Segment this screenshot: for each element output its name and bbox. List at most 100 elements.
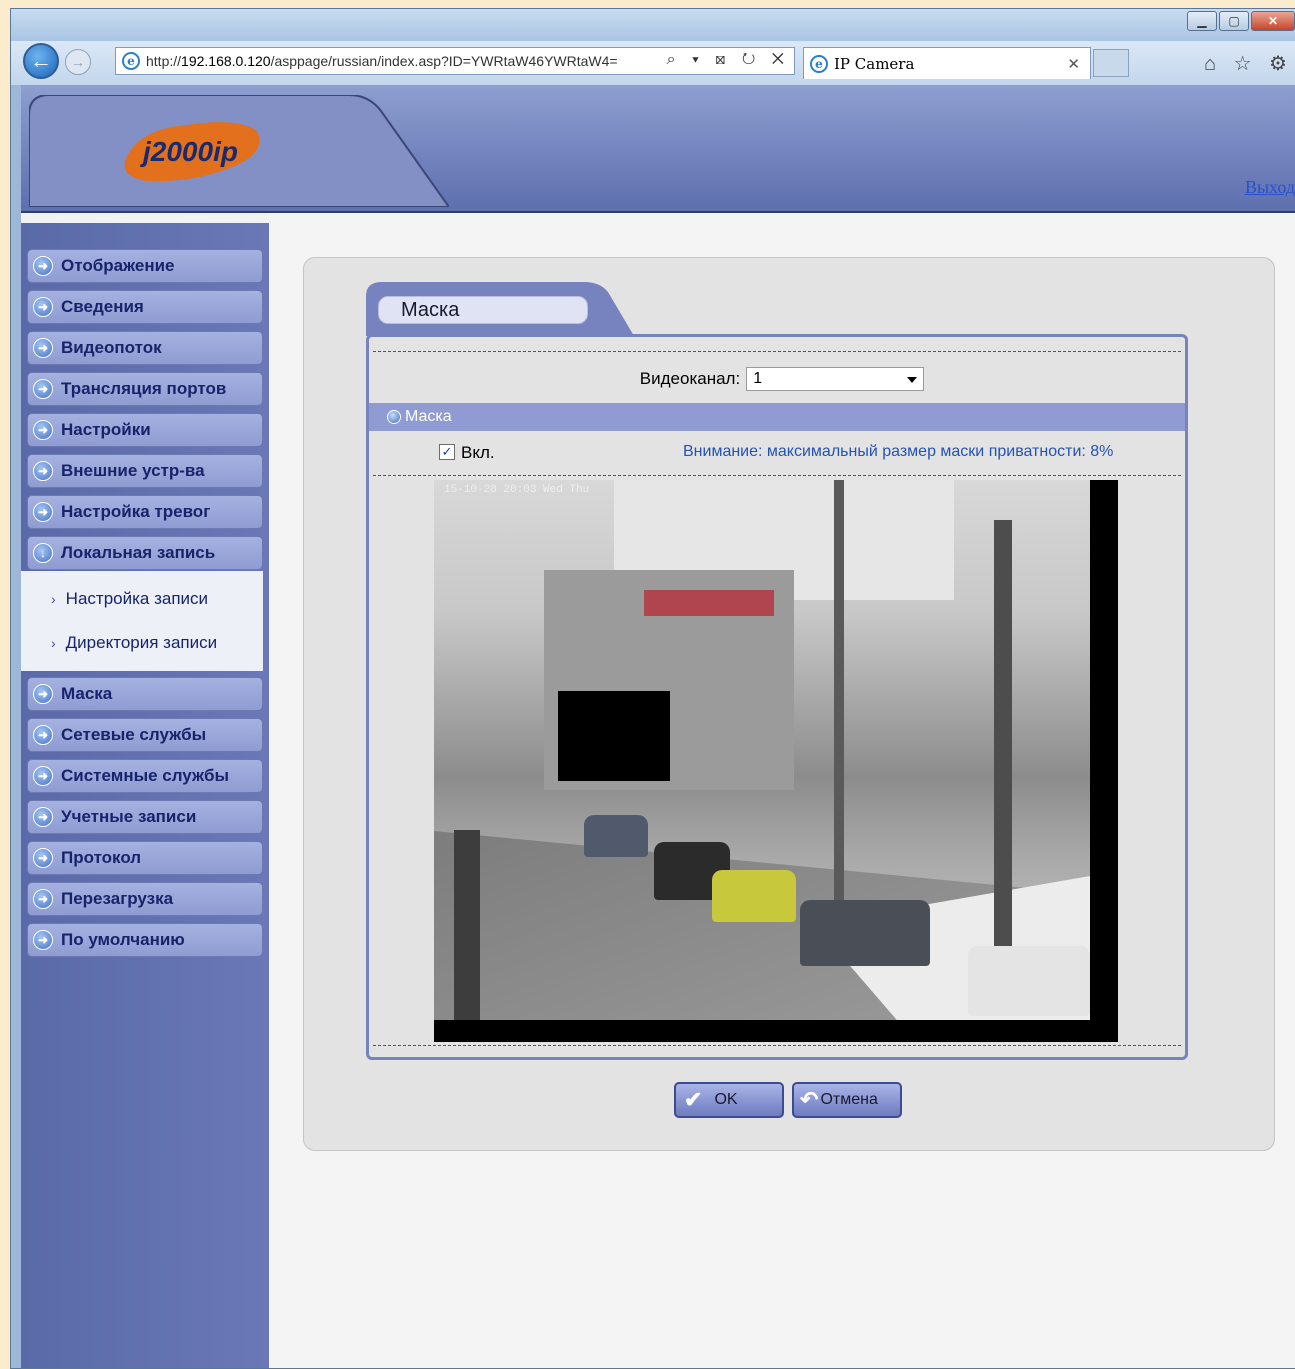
window-controls: ▁ ▢ ✕ [1185, 11, 1295, 31]
arrow-right-icon: ➜ [33, 256, 53, 276]
cancel-button[interactable]: ↶ Отмена [792, 1082, 902, 1118]
form-box: Видеоканал: 1 Маска ✓ Вкл. Внимание: мак [366, 334, 1188, 1060]
chevron-right-icon: › [51, 635, 56, 651]
chevron-right-icon: › [51, 591, 56, 607]
arrow-right-icon: ➜ [33, 807, 53, 827]
divider [373, 1045, 1181, 1046]
camera-preview[interactable]: 15-10-28 20:03 Wed Thu [434, 480, 1118, 1042]
undo-arrow-icon: ↶ [800, 1087, 819, 1112]
channel-select[interactable]: 1 [746, 367, 925, 391]
scene-shop-sign [644, 590, 774, 616]
sidebar-item-label: Настройки [61, 420, 151, 439]
page-header: j2000ip Выход [21, 85, 1295, 213]
checkmark-icon: ✔ [684, 1087, 703, 1112]
sidebar-item-label: Отображение [61, 256, 175, 275]
page-content: j2000ip Выход ➜ Отображение ➜ Сведения ➜ Ви… [21, 85, 1295, 1368]
channel-select-value: 1 [753, 370, 763, 387]
max-mask-warning: Внимание: максимальный размер маски прив… [683, 443, 1114, 460]
back-button[interactable]: ← [23, 43, 59, 79]
sidebar-item-local-recording[interactable]: ↓ Локальная запись [27, 536, 263, 570]
sidebar-item-system-services[interactable]: ➜ Системные службы [27, 759, 263, 793]
privacy-mask-area[interactable] [558, 691, 670, 781]
logout-link[interactable]: Выход [1245, 177, 1295, 198]
sidebar-item-defaults[interactable]: ➜ По умолчанию [27, 923, 263, 957]
dropdown-caret-icon [907, 377, 918, 383]
sidebar-item-settings[interactable]: ➜ Настройки [27, 413, 263, 447]
sidebar-item-label: Системные службы [61, 766, 230, 785]
ok-button-label: OK [714, 1091, 738, 1108]
sidebar-item-alarm-settings[interactable]: ➜ Настройка тревог [27, 495, 263, 529]
navigation-bar: ← → e http://192.168.0.120/asppage/russi… [11, 41, 1295, 85]
sidebar-item-port-forwarding[interactable]: ➜ Трансляция портов [27, 372, 263, 406]
sidebar-item-mask[interactable]: ➜ Маска [27, 677, 263, 711]
divider [373, 351, 1181, 352]
submenu-item-record-settings[interactable]: › Настройка записи [21, 577, 263, 621]
browser-window: ▁ ▢ ✕ ← → e http://192.168.0.120/asppage… [10, 8, 1295, 1369]
scene-car [584, 815, 648, 857]
mask-form: Маска Видеоканал: 1 Маска ✓ Вкл. Внимани… [366, 282, 1188, 1060]
sidebar-item-label: По умолчанию [61, 930, 185, 949]
sidebar-item-label: Локальная запись [61, 543, 216, 562]
ok-button[interactable]: ✔ OK [674, 1082, 784, 1118]
sidebar-item-label: Внешние устр-ва [61, 461, 205, 480]
sidebar-item-label: Видеопоток [61, 338, 162, 357]
camera-scene: 15-10-28 20:03 Wed Thu [434, 480, 1090, 1020]
submenu-item-label: Директория записи [65, 633, 218, 652]
sidebar-item-label: Маска [61, 684, 113, 703]
arrow-right-icon: ➜ [33, 420, 53, 440]
arrow-right-icon: ➜ [33, 684, 53, 704]
channel-row: Видеоканал: 1 [369, 365, 1185, 393]
ie-tab-icon: e [810, 54, 828, 73]
sidebar-menu: ➜ Отображение ➜ Сведения ➜ Видеопоток ➜ Тран… [21, 249, 263, 964]
cancel-button-label: Отмена [820, 1091, 878, 1108]
sidebar-item-external-devices[interactable]: ➜ Внешние устр-ва [27, 454, 263, 488]
submenu-item-record-directory[interactable]: › Директория записи [21, 621, 263, 665]
sidebar-item-label: Сетевые службы [61, 725, 207, 744]
sidebar-item-network-services[interactable]: ➜ Сетевые службы [27, 718, 263, 752]
sidebar-item-label: Трансляция портов [61, 379, 227, 398]
form-buttons: ✔ OK ↶ Отмена [674, 1082, 902, 1118]
sidebar-item-label: Протокол [61, 848, 142, 867]
sidebar-item-label: Учетные записи [61, 807, 197, 826]
arrow-right-icon: ➜ [33, 848, 53, 868]
minimize-button[interactable]: ▁ [1187, 11, 1217, 31]
section-header: Маска [369, 403, 1185, 431]
submenu-item-label: Настройка записи [65, 589, 209, 608]
forward-arrow-icon: → [71, 54, 85, 70]
toolbar-icons[interactable]: ⌂ ☆ ⚙ [1204, 51, 1293, 76]
video-timestamp: 15-10-28 20:03 Wed Thu [444, 484, 590, 496]
sidebar-item-log[interactable]: ➜ Протокол [27, 841, 263, 875]
sidebar-item-reboot[interactable]: ➜ Перезагрузка [27, 882, 263, 916]
tab-title: IP Camera [834, 54, 915, 73]
sidebar-item-display[interactable]: ➜ Отображение [27, 249, 263, 283]
arrow-right-icon: ➜ [33, 461, 53, 481]
form-title: Маска [378, 296, 588, 324]
url-path: /asppage/russian/index.asp?ID=YWRtaW46YW… [270, 53, 618, 69]
arrow-right-icon: ➜ [33, 766, 53, 786]
close-button[interactable]: ✕ [1251, 11, 1295, 31]
new-tab-button[interactable] [1093, 49, 1129, 77]
ie-page-icon: e [122, 52, 140, 70]
tab-close-icon[interactable]: ✕ [1067, 55, 1080, 73]
browser-tab[interactable]: e IP Camera ✕ [803, 47, 1091, 79]
sidebar: ➜ Отображение ➜ Сведения ➜ Видеопоток ➜ Тран… [21, 213, 269, 1368]
url-domain: 192.168.0.120 [181, 53, 271, 69]
address-tools-icons[interactable]: ⌕ ▾ ⊠ ↻ ✕ [667, 51, 790, 69]
main-panel: Маска Видеоканал: 1 Маска ✓ Вкл. Внимани… [303, 257, 1275, 1151]
sidebar-item-video-stream[interactable]: ➜ Видеопоток [27, 331, 263, 365]
sidebar-item-label: Перезагрузка [61, 889, 174, 908]
arrow-right-icon: ➜ [33, 889, 53, 909]
address-url[interactable]: http://192.168.0.120/asppage/russian/ind… [146, 53, 618, 69]
maximize-button[interactable]: ▢ [1219, 11, 1249, 31]
sidebar-item-info[interactable]: ➜ Сведения [27, 290, 263, 324]
section-bullet-icon [387, 410, 401, 424]
arrow-right-icon: ➜ [33, 502, 53, 522]
arrow-right-icon: ➜ [33, 297, 53, 317]
url-prefix: http:// [146, 53, 182, 69]
arrow-down-icon: ↓ [33, 543, 53, 563]
sidebar-item-accounts[interactable]: ➜ Учетные записи [27, 800, 263, 834]
logo-text: j2000ip [139, 136, 238, 167]
forward-button[interactable]: → [65, 49, 91, 75]
enable-checkbox[interactable]: ✓ [439, 444, 455, 460]
address-bar[interactable]: e http://192.168.0.120/asppage/russian/i… [115, 47, 795, 75]
